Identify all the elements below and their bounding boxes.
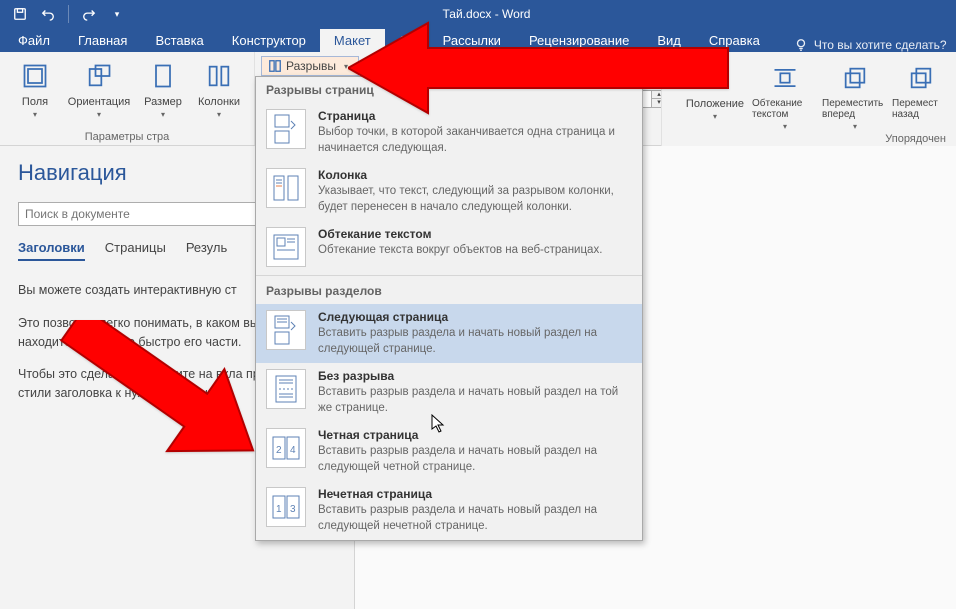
wrap-label: Обтекание текстом [752, 98, 818, 120]
orientation-button[interactable]: Ориентация▾ [66, 56, 132, 119]
svg-text:4: 4 [290, 445, 296, 456]
oddpage-break-icon: 13 [266, 487, 306, 527]
tab-insert[interactable]: Вставка [141, 29, 217, 52]
tell-me-search[interactable]: Что вы хотите сделать? [794, 38, 947, 52]
size-icon [147, 60, 179, 92]
nav-tab-results[interactable]: Резуль [186, 240, 227, 261]
svg-text:3: 3 [290, 504, 296, 515]
break-textwrap-item[interactable]: Обтекание текстом Обтекание текста вокру… [256, 221, 642, 273]
size-label: Размер [144, 96, 182, 108]
section-breaks-header: Разрывы разделов [256, 278, 642, 304]
lightbulb-icon [794, 38, 808, 52]
break-evenpage-item[interactable]: 24 Четная страница Вставить разрыв разде… [256, 422, 642, 481]
bring-forward-label: Переместить вперед [822, 98, 888, 120]
break-nextpage-item[interactable]: Следующая страница Вставить разрыв разде… [256, 304, 642, 363]
nav-tab-headings[interactable]: Заголовки [18, 240, 85, 261]
svg-text:1: 1 [276, 504, 282, 515]
break-column-item[interactable]: Колонка Указывает, что текст, следующий … [256, 162, 642, 221]
quick-access-toolbar: ▾ [0, 2, 137, 26]
qat-more-button[interactable]: ▾ [105, 2, 129, 26]
svg-text:2: 2 [276, 445, 282, 456]
tab-design[interactable]: Конструктор [218, 29, 320, 52]
break-oddpage-desc: Вставить разрыв раздела и начать новый р… [318, 503, 632, 534]
tell-me-label: Что вы хотите сделать? [814, 38, 947, 52]
orientation-label: Ориентация [68, 96, 130, 108]
columns-icon [203, 60, 235, 92]
menu-separator [256, 275, 642, 276]
wrap-button[interactable]: Обтекание текстом▾ [752, 58, 818, 144]
cursor-icon [431, 414, 447, 434]
orientation-icon [83, 60, 115, 92]
nextpage-break-icon [266, 310, 306, 350]
page-setup-group: Поля▾ Ориентация▾ Размер▾ Колонки▾ Парам… [0, 52, 255, 145]
break-textwrap-desc: Обтекание текста вокруг объектов на веб-… [318, 243, 632, 259]
break-oddpage-title: Нечетная страница [318, 487, 632, 501]
break-continuous-desc: Вставить разрыв раздела и начать новый р… [318, 385, 632, 416]
break-oddpage-item[interactable]: 13 Нечетная страница Вставить разрыв раз… [256, 481, 642, 540]
undo-button[interactable] [36, 2, 60, 26]
wrap-icon [769, 62, 801, 94]
margins-label: Поля [22, 96, 48, 108]
columns-label: Колонки [198, 96, 240, 108]
arrange-group-label: Упорядочен [885, 133, 946, 145]
page-break-icon [266, 109, 306, 149]
break-column-desc: Указывает, что текст, следующий за разры… [318, 184, 632, 215]
margins-icon [19, 60, 51, 92]
break-evenpage-title: Четная страница [318, 428, 632, 442]
break-page-desc: Выбор точки, в которой заканчивается одн… [318, 125, 632, 156]
margins-button[interactable]: Поля▾ [10, 56, 60, 119]
annotation-arrow-left [20, 320, 260, 523]
break-continuous-title: Без разрыва [318, 369, 632, 383]
size-button[interactable]: Размер▾ [138, 56, 188, 119]
breaks-icon [268, 59, 282, 73]
annotation-arrow-top [348, 18, 738, 121]
break-nextpage-title: Следующая страница [318, 310, 632, 324]
continuous-break-icon [266, 369, 306, 409]
separator [68, 5, 69, 23]
breaks-dropdown: Разрывы страниц Страница Выбор точки, в … [255, 76, 643, 541]
evenpage-break-icon: 24 [266, 428, 306, 468]
breaks-button[interactable]: Разрывы ▾ [261, 56, 359, 76]
page-setup-label: Параметры стра [10, 131, 244, 143]
save-button[interactable] [8, 2, 32, 26]
bring-forward-icon [839, 62, 871, 94]
redo-button[interactable] [77, 2, 101, 26]
send-backward-label: Перемест назад [892, 98, 950, 120]
break-continuous-item[interactable]: Без разрыва Вставить разрыв раздела и на… [256, 363, 642, 422]
column-break-icon [266, 168, 306, 208]
break-textwrap-title: Обтекание текстом [318, 227, 632, 241]
break-nextpage-desc: Вставить разрыв раздела и начать новый р… [318, 326, 632, 357]
send-backward-button[interactable]: Перемест назад [892, 58, 950, 144]
textwrap-break-icon [266, 227, 306, 267]
columns-button[interactable]: Колонки▾ [194, 56, 244, 119]
tab-home[interactable]: Главная [64, 29, 141, 52]
tab-file[interactable]: Файл [4, 29, 64, 52]
send-backward-icon [905, 62, 937, 94]
breaks-label: Разрывы [286, 59, 336, 73]
break-column-title: Колонка [318, 168, 632, 182]
bring-forward-button[interactable]: Переместить вперед▾ [822, 58, 888, 144]
break-evenpage-desc: Вставить разрыв раздела и начать новый р… [318, 444, 632, 475]
nav-tab-pages[interactable]: Страницы [105, 240, 166, 261]
